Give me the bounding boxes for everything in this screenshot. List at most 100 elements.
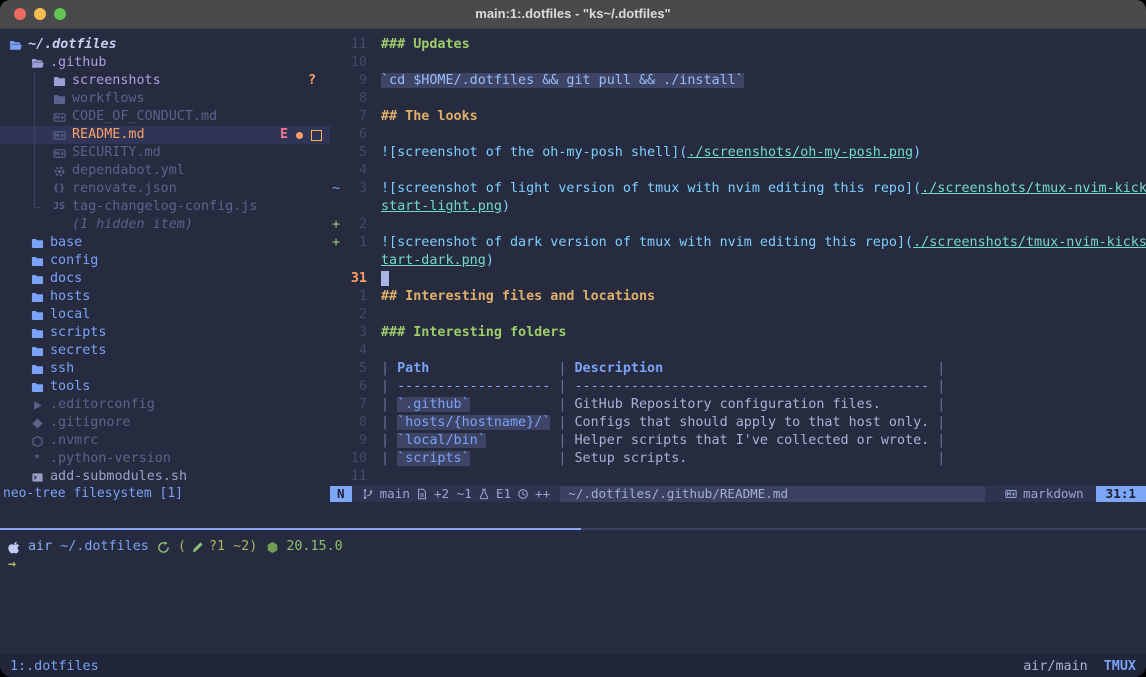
apple-icon <box>8 541 21 554</box>
editor-line[interactable]: 11 <box>330 468 1146 486</box>
editor-line[interactable]: +1![screenshot of dark version of tmux w… <box>330 234 1146 252</box>
editor-line[interactable]: 3### Interesting folders <box>330 324 1146 342</box>
editor-line[interactable]: 9`cd $HOME/.dotfiles && git pull && ./in… <box>330 72 1146 90</box>
minimize-button[interactable] <box>34 8 46 20</box>
gutter-sign-empty <box>330 342 344 360</box>
line-text: | ------------------- | ----------------… <box>381 378 945 396</box>
editor-line[interactable]: 1## Interesting files and locations <box>330 288 1146 306</box>
tree-item-hosts[interactable]: hosts <box>0 288 330 306</box>
shell-pane[interactable]: air ~/.dotfiles ( ?1 ~2 ) 20.15.0 → <box>0 530 1146 654</box>
git-sync-icon <box>157 541 170 554</box>
tree-item-label: hosts <box>50 288 90 306</box>
diagnostics-count: E1 <box>496 485 511 503</box>
modified-dot-badge <box>296 132 303 139</box>
editor-line[interactable]: 8 <box>330 90 1146 108</box>
gutter-sign-empty <box>330 162 344 180</box>
editor-line[interactable]: 5| Path | Description | <box>330 360 1146 378</box>
tree-item-secrets[interactable]: secrets <box>0 342 330 360</box>
tmux-window-tab[interactable]: 1:.dotfiles <box>10 658 99 677</box>
editor-buffer[interactable]: 11### Updates 10 9`cd $HOME/.dotfiles &&… <box>330 29 1146 486</box>
gutter-sign-empty <box>330 54 344 72</box>
editor-line[interactable]: 10 <box>330 54 1146 72</box>
line-number: 4 <box>344 342 367 360</box>
diff-file-icon <box>416 488 428 500</box>
editor-line[interactable]: tart-dark.png) <box>330 252 1146 270</box>
editor-line[interactable]: 6 <box>330 126 1146 144</box>
tree-item-CODE-OF-CONDUCT.md[interactable]: CODE_OF_CONDUCT.md <box>0 108 330 126</box>
prompt-arrow: → <box>8 556 16 574</box>
titlebar[interactable]: main:1:.dotfiles - "ks~/.dotfiles" <box>0 0 1146 29</box>
traffic-lights <box>14 8 66 20</box>
gutter-sign-empty <box>330 108 344 126</box>
tree-item-.editorconfig[interactable]: .editorconfig <box>0 396 330 414</box>
editor-line[interactable]: 4 <box>330 162 1146 180</box>
gutter-sign-empty <box>330 288 344 306</box>
gear-icon <box>52 164 66 178</box>
zoom-button[interactable] <box>54 8 66 20</box>
tree-item-workflows[interactable]: workflows <box>0 90 330 108</box>
folder-icon <box>53 75 66 88</box>
editor-line[interactable]: 5![screenshot of the oh-my-posh shell](.… <box>330 144 1146 162</box>
tree-guide <box>34 198 41 208</box>
gutter-sign-empty <box>330 144 344 162</box>
tree-guide <box>34 144 41 162</box>
tree-item-dependabot.yml[interactable]: dependabot.yml <box>0 162 330 180</box>
file-tree[interactable]: ~/.dotfiles.githubscreenshots?workflowsC… <box>0 29 330 486</box>
tree-item-base[interactable]: base <box>0 234 330 252</box>
line-text: `cd $HOME/.dotfiles && git pull && ./ins… <box>381 72 744 90</box>
tree-item-docs[interactable]: docs <box>0 270 330 288</box>
gutter-sign-empty <box>330 450 344 468</box>
line-text: | `scripts` | Setup scripts. | <box>381 450 945 468</box>
tree-item-label: tools <box>50 378 90 396</box>
line-number: 8 <box>344 414 367 432</box>
tree-item-label: docs <box>50 270 82 288</box>
editor-line[interactable]: 6| ------------------- | ---------------… <box>330 378 1146 396</box>
editor-line[interactable]: 8| `hosts/{hostname}/` | Configs that sh… <box>330 414 1146 432</box>
tree-item-renovate.json[interactable]: {}renovate.json <box>0 180 330 198</box>
editor-line[interactable]: 31 <box>330 270 1146 288</box>
tree-item-scripts[interactable]: scripts <box>0 324 330 342</box>
editor-line[interactable]: 10| `scripts` | Setup scripts. | <box>330 450 1146 468</box>
folder-icon <box>30 344 44 358</box>
tree-item--1-hidden-item-[interactable]: (1 hidden item) <box>0 216 330 234</box>
prompt-git-status: ?1 ~2 <box>209 538 249 556</box>
tree-guide <box>34 180 41 198</box>
tree-item-.github[interactable]: .github <box>0 54 330 72</box>
tree-item-add-submodules.sh[interactable]: add-submodules.sh <box>0 468 330 486</box>
tree-item-.gitignore[interactable]: .gitignore <box>0 414 330 432</box>
editor-line[interactable]: 7## The looks <box>330 108 1146 126</box>
git-status-square-badge <box>311 130 322 141</box>
tree-item-screenshots[interactable]: screenshots? <box>0 72 330 90</box>
editor-line[interactable]: 9| `local/bin` | Helper scripts that I'v… <box>330 432 1146 450</box>
tree-item-SECURITY.md[interactable]: SECURITY.md <box>0 144 330 162</box>
tree-item-config[interactable]: config <box>0 252 330 270</box>
line-number: 5 <box>344 144 367 162</box>
shell-input-line[interactable]: → <box>8 556 1146 574</box>
editor-column: 11### Updates 10 9`cd $HOME/.dotfiles &&… <box>330 29 1146 502</box>
tree-item-README.md[interactable]: README.mdE <box>0 126 330 144</box>
editor-line[interactable]: 4 <box>330 342 1146 360</box>
tree-item--.dotfiles[interactable]: ~/.dotfiles <box>0 36 330 54</box>
gutter-sign-empty <box>330 360 344 378</box>
editor-line[interactable]: ~3![screenshot of light version of tmux … <box>330 180 1146 198</box>
editor-line[interactable]: +2 <box>330 216 1146 234</box>
tree-item-tools[interactable]: tools <box>0 378 330 396</box>
line-text: ### Interesting folders <box>381 324 566 342</box>
editor-line[interactable]: 11### Updates <box>330 36 1146 54</box>
editor-line[interactable]: start-light.png) <box>330 198 1146 216</box>
close-button[interactable] <box>14 8 26 20</box>
tree-item-local[interactable]: local <box>0 306 330 324</box>
tree-item-ssh[interactable]: ssh <box>0 360 330 378</box>
tree-item-.python-version[interactable]: *.python-version <box>0 450 330 468</box>
tree-item-label: tag-changelog-config.js <box>72 198 257 216</box>
sh-icon <box>31 471 44 484</box>
editor-line[interactable]: 7| `.github` | GitHub Repository configu… <box>330 396 1146 414</box>
folder-icon <box>52 74 66 88</box>
md-icon <box>53 147 66 160</box>
tree-item-label: CODE_OF_CONDUCT.md <box>72 108 217 126</box>
line-number: 7 <box>344 108 367 126</box>
editor-line[interactable]: 2 <box>330 306 1146 324</box>
tree-item-.nvmrc[interactable]: .nvmrc <box>0 432 330 450</box>
tree-item-tag-changelog-config.js[interactable]: JStag-changelog-config.js <box>0 198 330 216</box>
folder-icon <box>30 326 44 340</box>
